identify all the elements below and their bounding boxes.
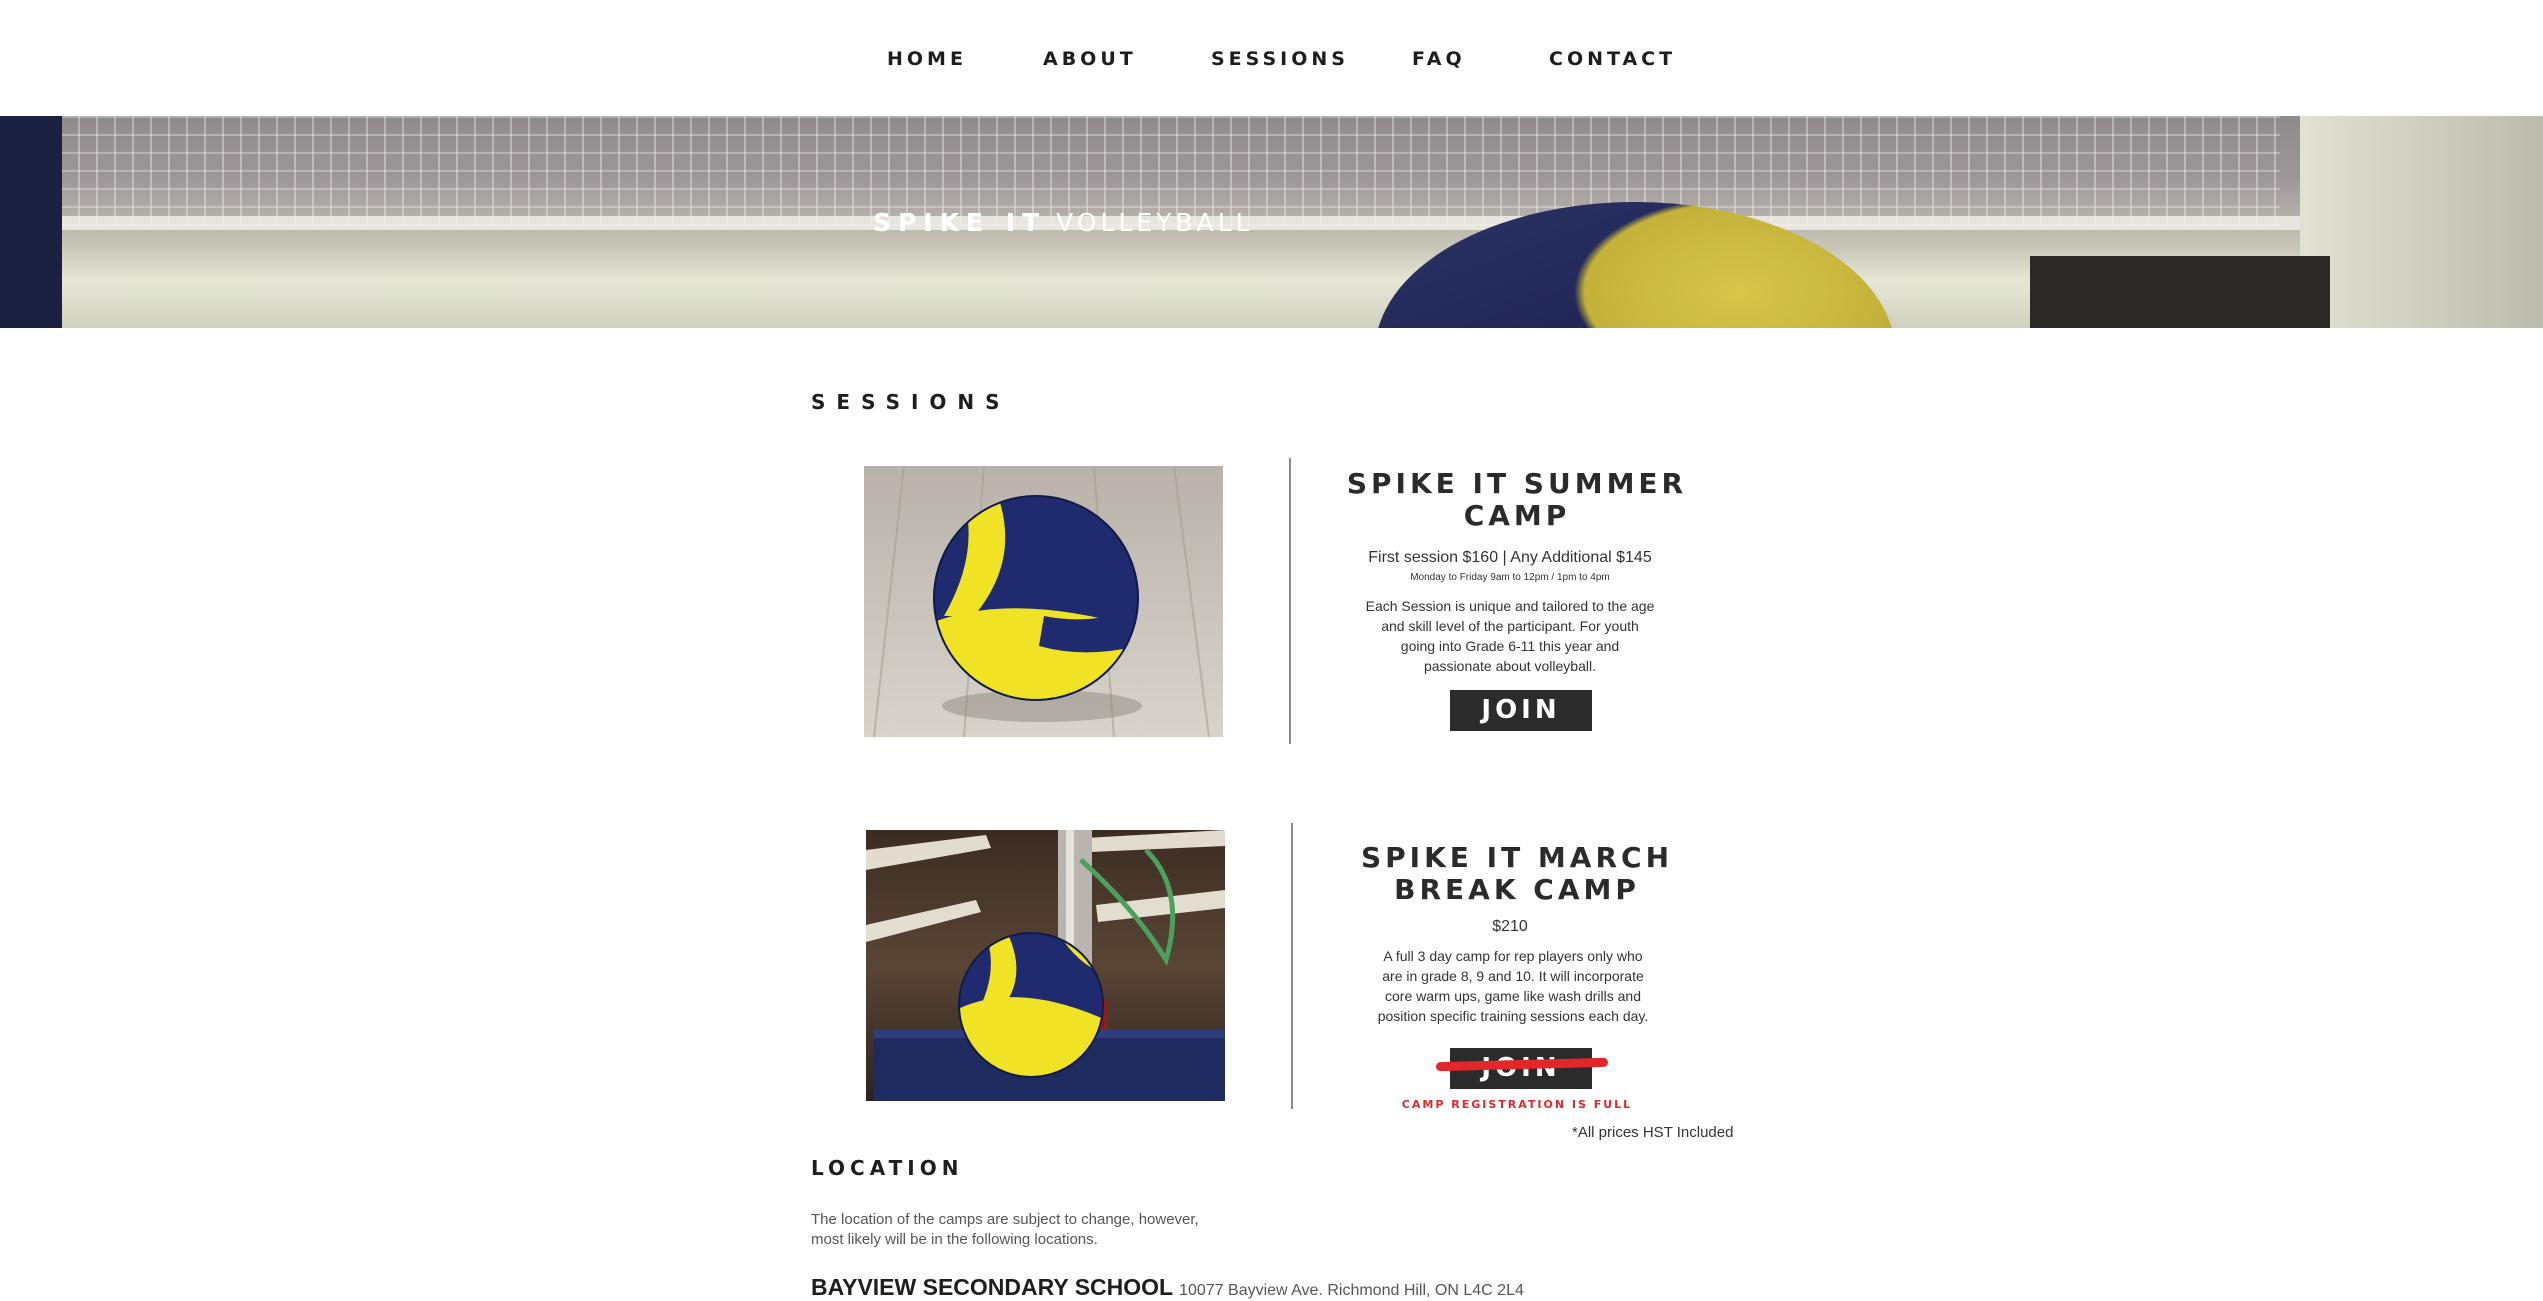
nav-contact[interactable]: CONTACT (1549, 48, 1676, 70)
hst-note: *All prices HST Included (1572, 1124, 1734, 1141)
march-camp-title: SPIKE IT MARCH BREAK CAMP (1337, 842, 1697, 906)
march-desc-line: position specific training sessions each… (1377, 1008, 1649, 1024)
location-text-line: most likely will be in the following loc… (811, 1231, 1098, 1248)
school-address: 10077 Bayview Ave. Richmond Hill, ON L4C… (1179, 1282, 1524, 1299)
march-desc-line: core warm ups, game like wash drills and (1385, 988, 1641, 1004)
march-camp-price: $210 (1492, 918, 1528, 935)
card-divider (1291, 823, 1293, 1109)
location-description: The location of the camps are subject to… (811, 1210, 1241, 1250)
nav-faq[interactable]: FAQ (1412, 48, 1466, 70)
summer-camp-description: Each Session is unique and tailored to t… (1350, 596, 1670, 676)
nav-about[interactable]: ABOUT (1043, 48, 1137, 70)
summer-desc-line: and skill level of the participant. For … (1381, 618, 1639, 634)
card-divider (1289, 458, 1291, 744)
net-band (0, 216, 2543, 230)
march-desc-line: are in grade 8, 9 and 10. It will incorp… (1382, 968, 1644, 984)
gym-wall (2300, 116, 2543, 328)
site-title-light: VOLLEYBALL (1056, 208, 1254, 237)
volleyball-on-pole-pad-image (866, 830, 1225, 1101)
location-entry: BAYVIEW SECONDARY SCHOOL 10077 Bayview Av… (811, 1274, 1524, 1301)
pole-pad (0, 116, 62, 328)
sessions-heading: SESSIONS (811, 390, 1011, 414)
march-camp-photo (866, 830, 1225, 1101)
site-title[interactable]: SPIKE IT VOLLEYBALL (873, 208, 1254, 237)
summer-camp-title-line1: SPIKE IT SUMMER (1346, 467, 1688, 500)
top-nav: HOME ABOUT SESSIONS FAQ CONTACT (0, 0, 2543, 116)
summer-desc-line: Each Session is unique and tailored to t… (1365, 598, 1655, 614)
location-heading: LOCATION (811, 1156, 964, 1180)
site-title-bold: SPIKE IT (873, 208, 1047, 237)
nav-sessions[interactable]: SESSIONS (1211, 48, 1349, 70)
march-camp-title-line2: BREAK CAMP (1394, 873, 1640, 906)
location-text-line: The location of the camps are subject to… (811, 1211, 1199, 1228)
march-camp-title-line1: SPIKE IT MARCH (1360, 841, 1674, 874)
summer-camp-schedule: Monday to Friday 9am to 12pm / 1pm to 4p… (1410, 572, 1610, 583)
school-name: BAYVIEW SECONDARY SCHOOL (811, 1274, 1174, 1300)
summer-camp-join-button[interactable]: JOIN (1450, 690, 1592, 731)
summer-camp-title-line2: CAMP (1463, 499, 1571, 532)
summer-desc-line: passionate about volleyball. (1423, 658, 1596, 674)
hero-banner: SPIKE IT VOLLEYBALL (0, 116, 2543, 328)
registration-full-notice: CAMP REGISTRATION IS FULL (1401, 1098, 1633, 1111)
summer-camp-title: SPIKE IT SUMMER CAMP (1337, 468, 1697, 532)
march-camp-description: A full 3 day camp for rep players only w… (1353, 946, 1673, 1026)
march-desc-line: A full 3 day camp for rep players only w… (1383, 948, 1643, 964)
nav-home[interactable]: HOME (887, 48, 967, 70)
gym-bench (2030, 256, 2330, 328)
volleyball-on-floor-image (864, 466, 1223, 737)
summer-camp-photo (864, 466, 1223, 737)
summer-desc-line: going into Grade 6-11 this year and (1400, 638, 1620, 654)
summer-camp-price: First session $160 | Any Additional $145 (1368, 549, 1652, 566)
